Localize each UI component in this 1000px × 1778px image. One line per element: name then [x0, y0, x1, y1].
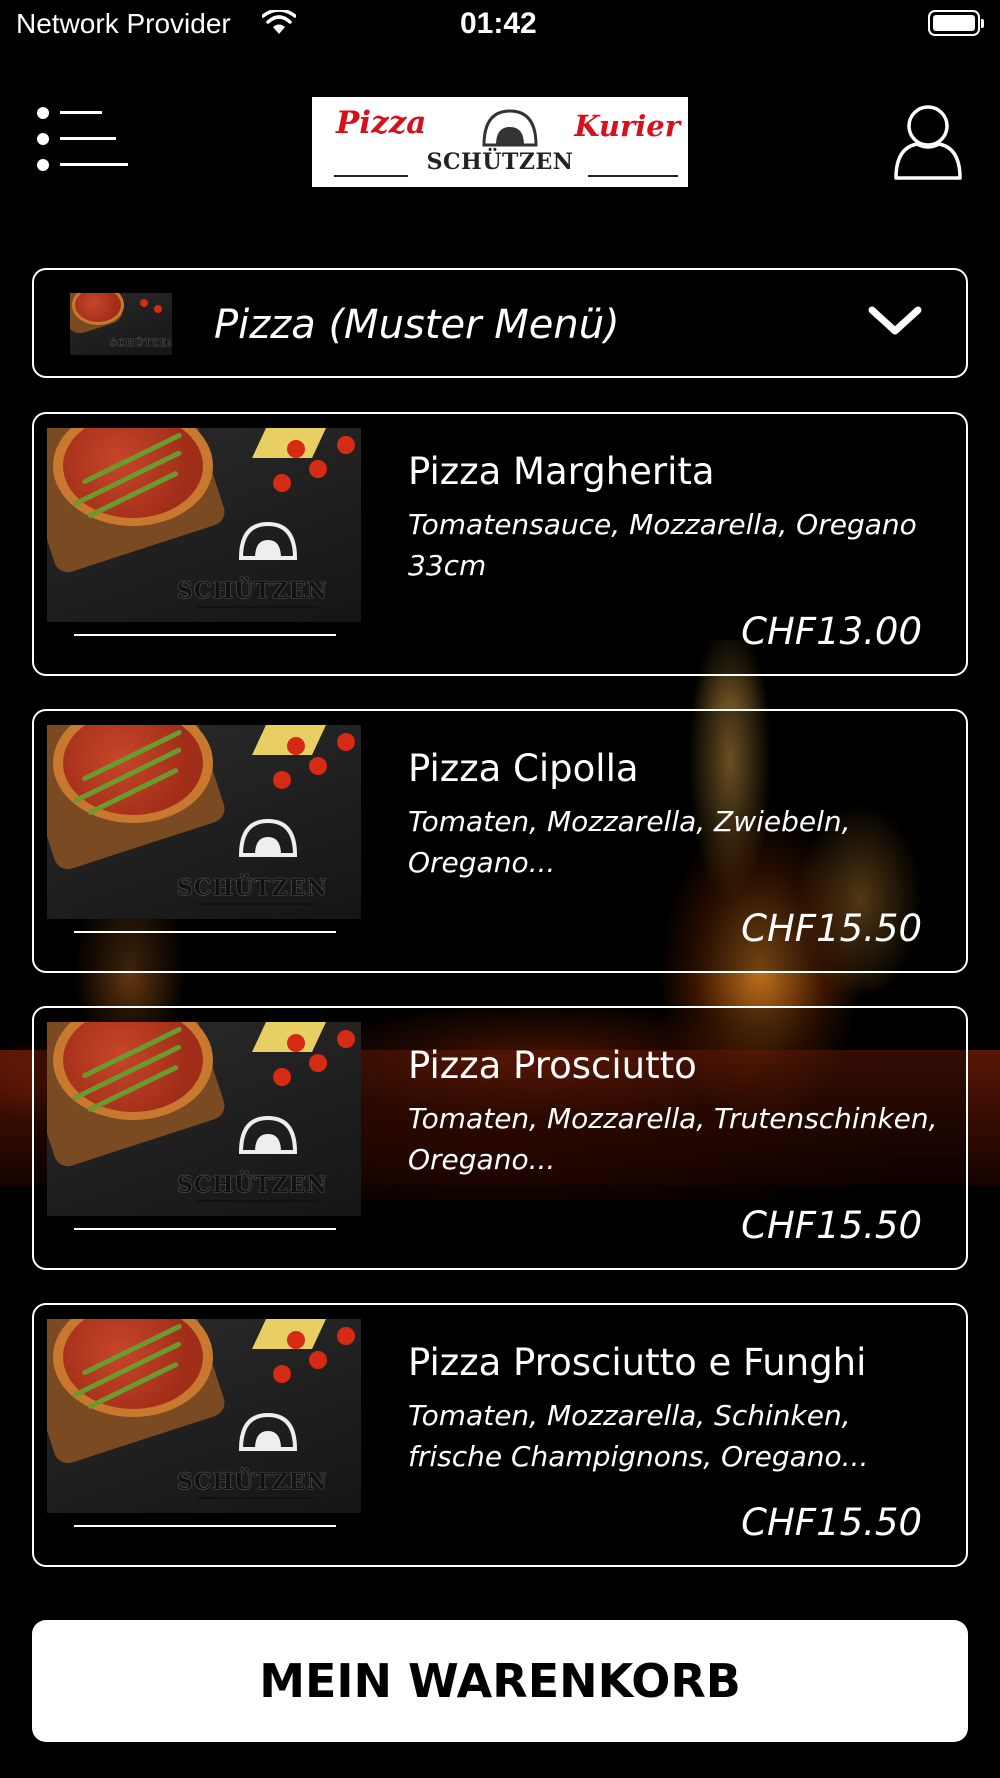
product-image: SCHÜTZEN — [47, 428, 361, 622]
product-image-brand: SCHÜTZEN — [177, 1469, 328, 1495]
logo-word-kurier: Kurier — [574, 109, 680, 143]
product-price: CHF15.50 — [741, 907, 922, 950]
image-divider — [74, 634, 336, 636]
oven-icon — [480, 107, 540, 151]
brand-logo: Pizza Kurier SCHÜTZEN — [312, 97, 688, 187]
user-profile-icon[interactable] — [893, 104, 963, 180]
clock: 01:42 — [460, 7, 537, 40]
wifi-icon — [261, 8, 297, 40]
product-image: SCHÜTZEN — [47, 1022, 361, 1216]
product-price: CHF13.00 — [741, 610, 922, 653]
product-description: Tomaten, Mozzarella, Trutenschinken, Ore… — [408, 1102, 938, 1176]
logo-word-pizza: Pizza — [336, 105, 427, 141]
list-menu-icon[interactable] — [36, 106, 128, 172]
product-card[interactable]: SCHÜTZEN Pizza Prosciutto Tomaten, Mozza… — [32, 1006, 968, 1270]
category-dropdown[interactable]: SCHÜTZEN Pizza (Muster Menü) — [32, 268, 968, 378]
product-name: Pizza Prosciutto e Funghi — [408, 1341, 867, 1384]
product-name: Pizza Prosciutto — [408, 1044, 697, 1087]
product-card[interactable]: SCHÜTZEN Pizza Cipolla Tomaten, Mozzarel… — [32, 709, 968, 973]
product-card[interactable]: SCHÜTZEN Pizza Prosciutto e Funghi Tomat… — [32, 1303, 968, 1567]
product-description: Tomatensauce, Mozzarella, Oregano 33cm — [408, 508, 917, 582]
product-card[interactable]: SCHÜTZEN Pizza Margherita Tomatensauce, … — [32, 412, 968, 676]
chevron-down-icon — [868, 304, 922, 340]
logo-brand: SCHÜTZEN — [426, 149, 574, 175]
category-thumbnail-brand: SCHÜTZEN — [110, 339, 172, 349]
network-provider: Network Provider — [16, 8, 231, 39]
image-divider — [74, 1228, 336, 1230]
product-description: Tomaten, Mozzarella, Zwiebeln, Oregano..… — [408, 805, 851, 879]
cart-button[interactable]: MEIN WARENKORB — [32, 1620, 968, 1742]
product-name: Pizza Cipolla — [408, 747, 639, 790]
battery-icon — [928, 10, 984, 36]
product-image-brand: SCHÜTZEN — [177, 1172, 328, 1198]
category-thumbnail: SCHÜTZEN — [70, 293, 172, 355]
product-name: Pizza Margherita — [408, 450, 715, 493]
product-image: SCHÜTZEN — [47, 1319, 361, 1513]
image-divider — [74, 931, 336, 933]
product-image: SCHÜTZEN — [47, 725, 361, 919]
selected-category: Pizza (Muster Menü) — [214, 302, 620, 348]
product-image-brand: SCHÜTZEN — [177, 578, 328, 604]
product-price: CHF15.50 — [741, 1204, 922, 1247]
image-divider — [74, 1525, 336, 1527]
status-bar: Network Provider 01:42 — [0, 0, 1000, 50]
product-description: Tomaten, Mozzarella, Schinken, frische C… — [408, 1399, 869, 1473]
product-image-brand: SCHÜTZEN — [177, 875, 328, 901]
product-price: CHF15.50 — [741, 1501, 922, 1544]
